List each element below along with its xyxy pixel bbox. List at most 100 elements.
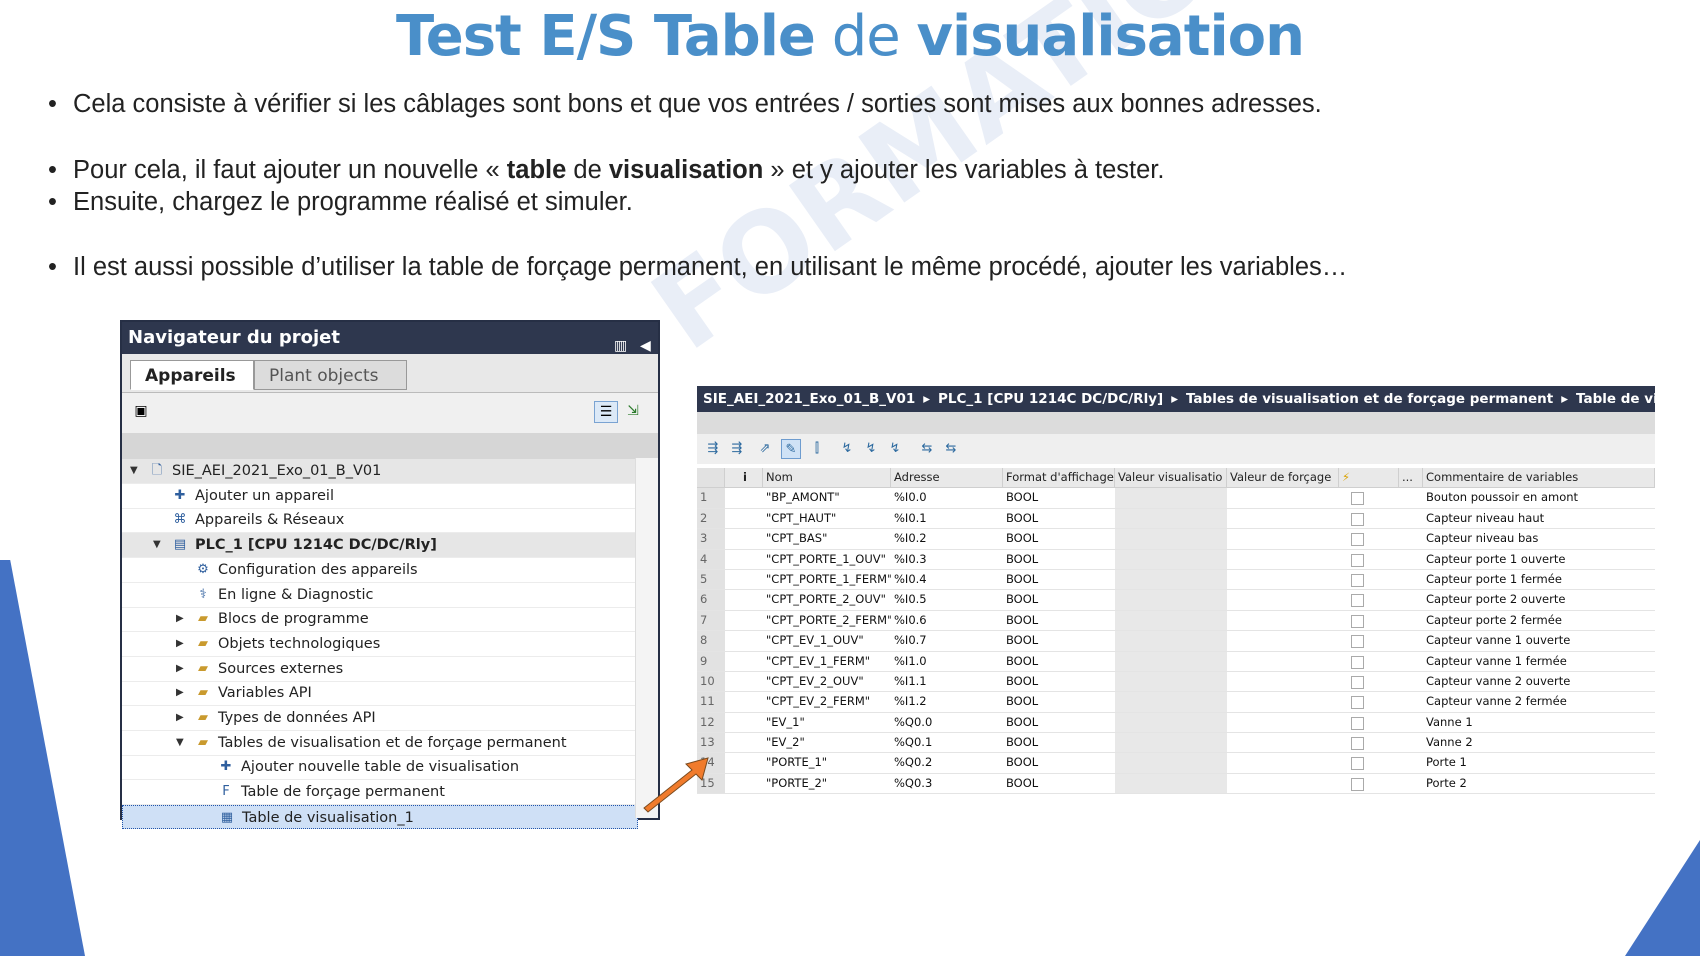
comment-cell[interactable]: Capteur niveau bas (1423, 529, 1655, 548)
address-cell[interactable]: %I0.7 (891, 631, 1003, 650)
name-cell[interactable]: "EV_2" (763, 733, 891, 752)
name-cell[interactable]: "CPT_EV_1_OUV" (763, 631, 891, 650)
force-checkbox-cell[interactable] (1339, 611, 1399, 630)
format-cell[interactable]: BOOL (1003, 692, 1115, 711)
name-cell[interactable]: "CPT_EV_1_FERM" (763, 652, 891, 671)
name-cell[interactable]: "CPT_PORTE_1_FERM" (763, 570, 891, 589)
tree-item[interactable]: F Table de forçage permanent (122, 780, 638, 806)
monitor-value-cell[interactable] (1115, 610, 1227, 631)
table-row[interactable]: 9 "CPT_EV_1_FERM" %I1.0 BOOL Capteur vanne 1… (697, 651, 1655, 672)
table-row[interactable]: 1 "BP_AMONT" %I0.0 BOOL Bouton poussoir en a… (697, 488, 1655, 509)
breadcrumb-item[interactable]: SIE_AEI_2021_Exo_01_B_V01 (703, 391, 915, 407)
header-adresse[interactable]: Adresse (891, 468, 1003, 488)
force-value-cell[interactable] (1227, 774, 1339, 793)
force-value-cell[interactable] (1227, 611, 1339, 630)
force-checkbox[interactable] (1351, 573, 1364, 587)
force-checkbox[interactable] (1351, 635, 1364, 649)
force-checkbox-cell[interactable] (1339, 692, 1399, 711)
monitor-value-cell[interactable] (1115, 712, 1227, 733)
address-cell[interactable]: %I0.1 (891, 509, 1003, 528)
force-checkbox-cell[interactable] (1339, 488, 1399, 507)
force-checkbox-cell[interactable] (1339, 753, 1399, 772)
tree-item[interactable]: ▼ 🗋 SIE_AEI_2021_Exo_01_B_V01 (122, 459, 638, 484)
comment-cell[interactable]: Capteur niveau haut (1423, 509, 1655, 528)
monitor-value-cell[interactable] (1115, 529, 1227, 549)
format-cell[interactable]: BOOL (1003, 488, 1115, 507)
force-value-cell[interactable] (1227, 509, 1339, 528)
address-cell[interactable]: %Q0.1 (891, 733, 1003, 752)
monitor-value-cell[interactable] (1115, 508, 1227, 529)
breadcrumb-item[interactable]: Table de visualisation_1 (1576, 391, 1655, 407)
force-checkbox[interactable] (1351, 696, 1364, 710)
more-cell[interactable] (1399, 774, 1423, 793)
comment-cell[interactable]: Bouton poussoir en amont (1423, 488, 1655, 507)
comment-cell[interactable]: Capteur porte 2 fermée (1423, 611, 1655, 630)
address-cell[interactable]: %I1.2 (891, 692, 1003, 711)
more-cell[interactable] (1399, 713, 1423, 732)
expand-down-icon[interactable]: ▼ (153, 533, 165, 557)
address-cell[interactable]: %I0.6 (891, 611, 1003, 630)
comment-cell[interactable]: Capteur porte 1 ouverte (1423, 550, 1655, 569)
format-cell[interactable]: BOOL (1003, 590, 1115, 609)
force-checkbox[interactable] (1351, 675, 1364, 689)
address-cell[interactable]: %I1.0 (891, 652, 1003, 671)
tree-item[interactable]: ▦ Table de visualisation_1 (122, 804, 638, 829)
more-cell[interactable] (1399, 488, 1423, 507)
address-cell[interactable]: %I0.4 (891, 570, 1003, 589)
table-row[interactable]: 3 "CPT_BAS" %I0.2 BOOL Capteur niveau bas (697, 529, 1655, 550)
force-value-cell[interactable] (1227, 488, 1339, 507)
table-row[interactable]: 6 "CPT_PORTE_2_OUV" %I0.5 BOOL Capteur porte… (697, 590, 1655, 611)
tree-item[interactable]: ✚ Ajouter un appareil (122, 484, 638, 509)
more-cell[interactable] (1399, 611, 1423, 630)
monitor-value-cell[interactable] (1115, 569, 1227, 590)
expand-right-icon[interactable]: ▶ (176, 681, 188, 705)
address-cell[interactable]: %Q0.0 (891, 713, 1003, 732)
force-value-cell[interactable] (1227, 631, 1339, 650)
name-cell[interactable]: "CPT_EV_2_OUV" (763, 672, 891, 691)
more-cell[interactable] (1399, 529, 1423, 548)
tree-item[interactable]: ▼ ▤ PLC_1 [CPU 1214C DC/DC/Rly] (122, 533, 638, 559)
force-checkbox-cell[interactable] (1339, 529, 1399, 548)
table-row[interactable]: 7 "CPT_PORTE_2_FERM" %I0.6 BOOL Capteur port… (697, 610, 1655, 632)
comment-cell[interactable]: Capteur vanne 2 ouverte (1423, 672, 1655, 691)
force-value-cell[interactable] (1227, 672, 1339, 691)
comment-cell[interactable]: Capteur porte 2 ouverte (1423, 590, 1655, 609)
header-format[interactable]: Format d'affichage (1003, 468, 1115, 488)
comment-cell[interactable]: Porte 1 (1423, 753, 1655, 772)
comment-cell[interactable]: Porte 2 (1423, 774, 1655, 793)
force-value-cell[interactable] (1227, 590, 1339, 609)
name-cell[interactable]: "EV_1" (763, 713, 891, 732)
tree-item[interactable]: ▶ ▰ Sources externes (122, 657, 638, 682)
tab-plant-objects[interactable]: Plant objects (254, 360, 407, 390)
monitor-value-cell[interactable] (1115, 549, 1227, 569)
tree-item[interactable]: ✚ Ajouter nouvelle table de visualisation (122, 755, 638, 781)
comment-cell[interactable]: Vanne 1 (1423, 713, 1655, 732)
chart-icon[interactable]: ⫿ (807, 439, 827, 459)
monitor-icon[interactable]: ⇗ (755, 439, 775, 459)
force-checkbox-cell[interactable] (1339, 570, 1399, 589)
table-row[interactable]: 14 "PORTE_1" %Q0.2 BOOL Porte 1 (697, 753, 1655, 774)
force-checkbox-cell[interactable] (1339, 631, 1399, 650)
table-row[interactable]: 4 "CPT_PORTE_1_OUV" %I0.3 BOOL Capteur porte… (697, 549, 1655, 570)
table-row[interactable]: 12 "EV_1" %Q0.0 BOOL Vanne 1 (697, 712, 1655, 734)
format-cell[interactable]: BOOL (1003, 529, 1115, 548)
address-cell[interactable]: %I0.5 (891, 590, 1003, 609)
name-cell[interactable]: "CPT_PORTE_2_FERM" (763, 611, 891, 630)
name-cell[interactable]: "PORTE_2" (763, 774, 891, 793)
comment-cell[interactable]: Capteur porte 1 fermée (1423, 570, 1655, 589)
force-value-cell[interactable] (1227, 570, 1339, 589)
force-checkbox-cell[interactable] (1339, 713, 1399, 732)
monitor-all-icon[interactable]: ✎ (781, 439, 801, 459)
format-cell[interactable]: BOOL (1003, 672, 1115, 691)
expand-right-icon[interactable]: ▶ (176, 657, 188, 681)
monitor-value-cell[interactable] (1115, 671, 1227, 692)
table-row[interactable]: 2 "CPT_HAUT" %I0.1 BOOL Capteur niveau haut (697, 508, 1655, 530)
address-cell[interactable]: %I0.2 (891, 529, 1003, 548)
format-cell[interactable]: BOOL (1003, 570, 1115, 589)
header-commentaire[interactable]: Commentaire de variables (1423, 468, 1655, 488)
export-icon[interactable]: ⇲ (622, 401, 644, 421)
comment-cell[interactable]: Capteur vanne 1 ouverte (1423, 631, 1655, 650)
comment-cell[interactable]: Capteur vanne 2 fermée (1423, 692, 1655, 711)
format-cell[interactable]: BOOL (1003, 611, 1115, 630)
expand-down-icon[interactable]: ▼ (130, 459, 142, 483)
